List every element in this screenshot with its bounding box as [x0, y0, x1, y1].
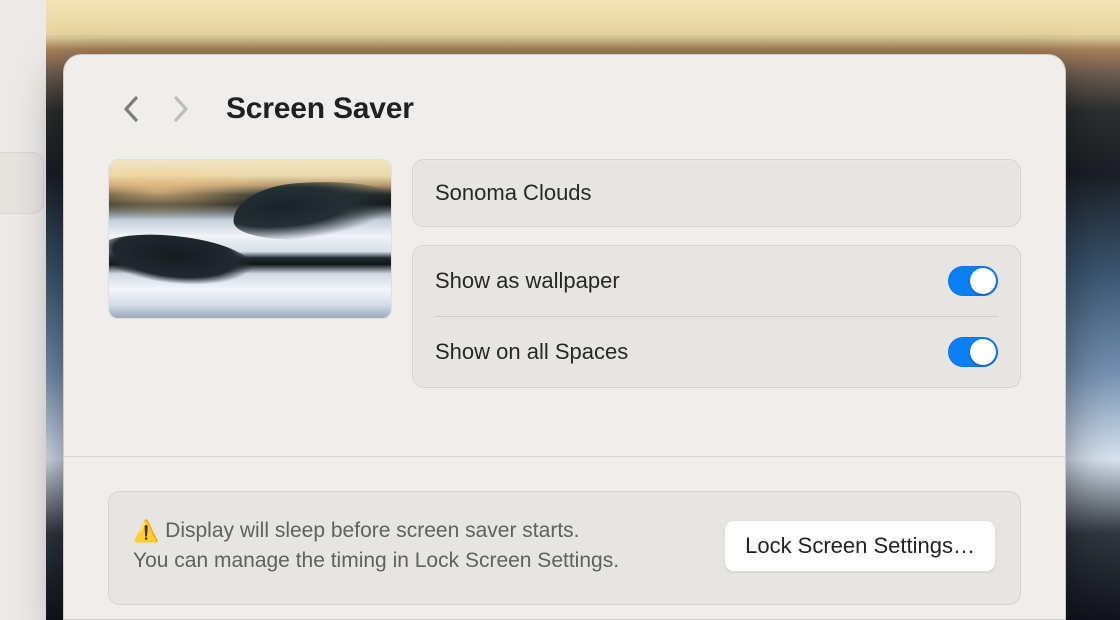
- warning-line2: You can manage the timing in Lock Screen…: [133, 549, 619, 572]
- content-row: Sonoma Clouds Show as wallpaper Show on …: [64, 159, 1065, 388]
- warning-card: ⚠️ Display will sleep before screen saver…: [108, 491, 1021, 605]
- sidebar-selected-item[interactable]: [0, 152, 44, 214]
- toggle-knob: [970, 339, 996, 365]
- toggle-knob: [970, 268, 996, 294]
- section-divider: [64, 456, 1065, 457]
- show-on-all-spaces-toggle[interactable]: [948, 337, 998, 367]
- warning-icon: ⚠️: [133, 521, 159, 542]
- screensaver-name-card[interactable]: Sonoma Clouds: [412, 159, 1021, 227]
- chevron-right-icon: [170, 94, 190, 124]
- thumbnail-image: [109, 160, 391, 318]
- options-column: Sonoma Clouds Show as wallpaper Show on …: [412, 159, 1021, 388]
- screensaver-options-card: Show as wallpaper Show on all Spaces: [412, 245, 1021, 388]
- option-label: Show on all Spaces: [435, 339, 628, 365]
- header: Screen Saver: [64, 55, 1065, 159]
- chevron-left-icon: [122, 94, 142, 124]
- option-show-on-all-spaces: Show on all Spaces: [413, 317, 1020, 387]
- settings-panel: Screen Saver Sonoma Clouds Show as wallp…: [63, 54, 1066, 620]
- screensaver-name: Sonoma Clouds: [435, 180, 592, 206]
- show-as-wallpaper-toggle[interactable]: [948, 266, 998, 296]
- forward-button[interactable]: [156, 85, 204, 133]
- option-show-as-wallpaper: Show as wallpaper: [413, 246, 1020, 316]
- back-button[interactable]: [108, 85, 156, 133]
- warning-text: ⚠️ Display will sleep before screen saver…: [133, 516, 619, 576]
- sidebar: [0, 0, 46, 620]
- lock-screen-settings-button[interactable]: Lock Screen Settings…: [724, 520, 996, 572]
- screensaver-thumbnail[interactable]: [108, 159, 392, 319]
- option-label: Show as wallpaper: [435, 268, 620, 294]
- warning-line1: Display will sleep before screen saver s…: [165, 519, 579, 542]
- page-title: Screen Saver: [226, 92, 414, 126]
